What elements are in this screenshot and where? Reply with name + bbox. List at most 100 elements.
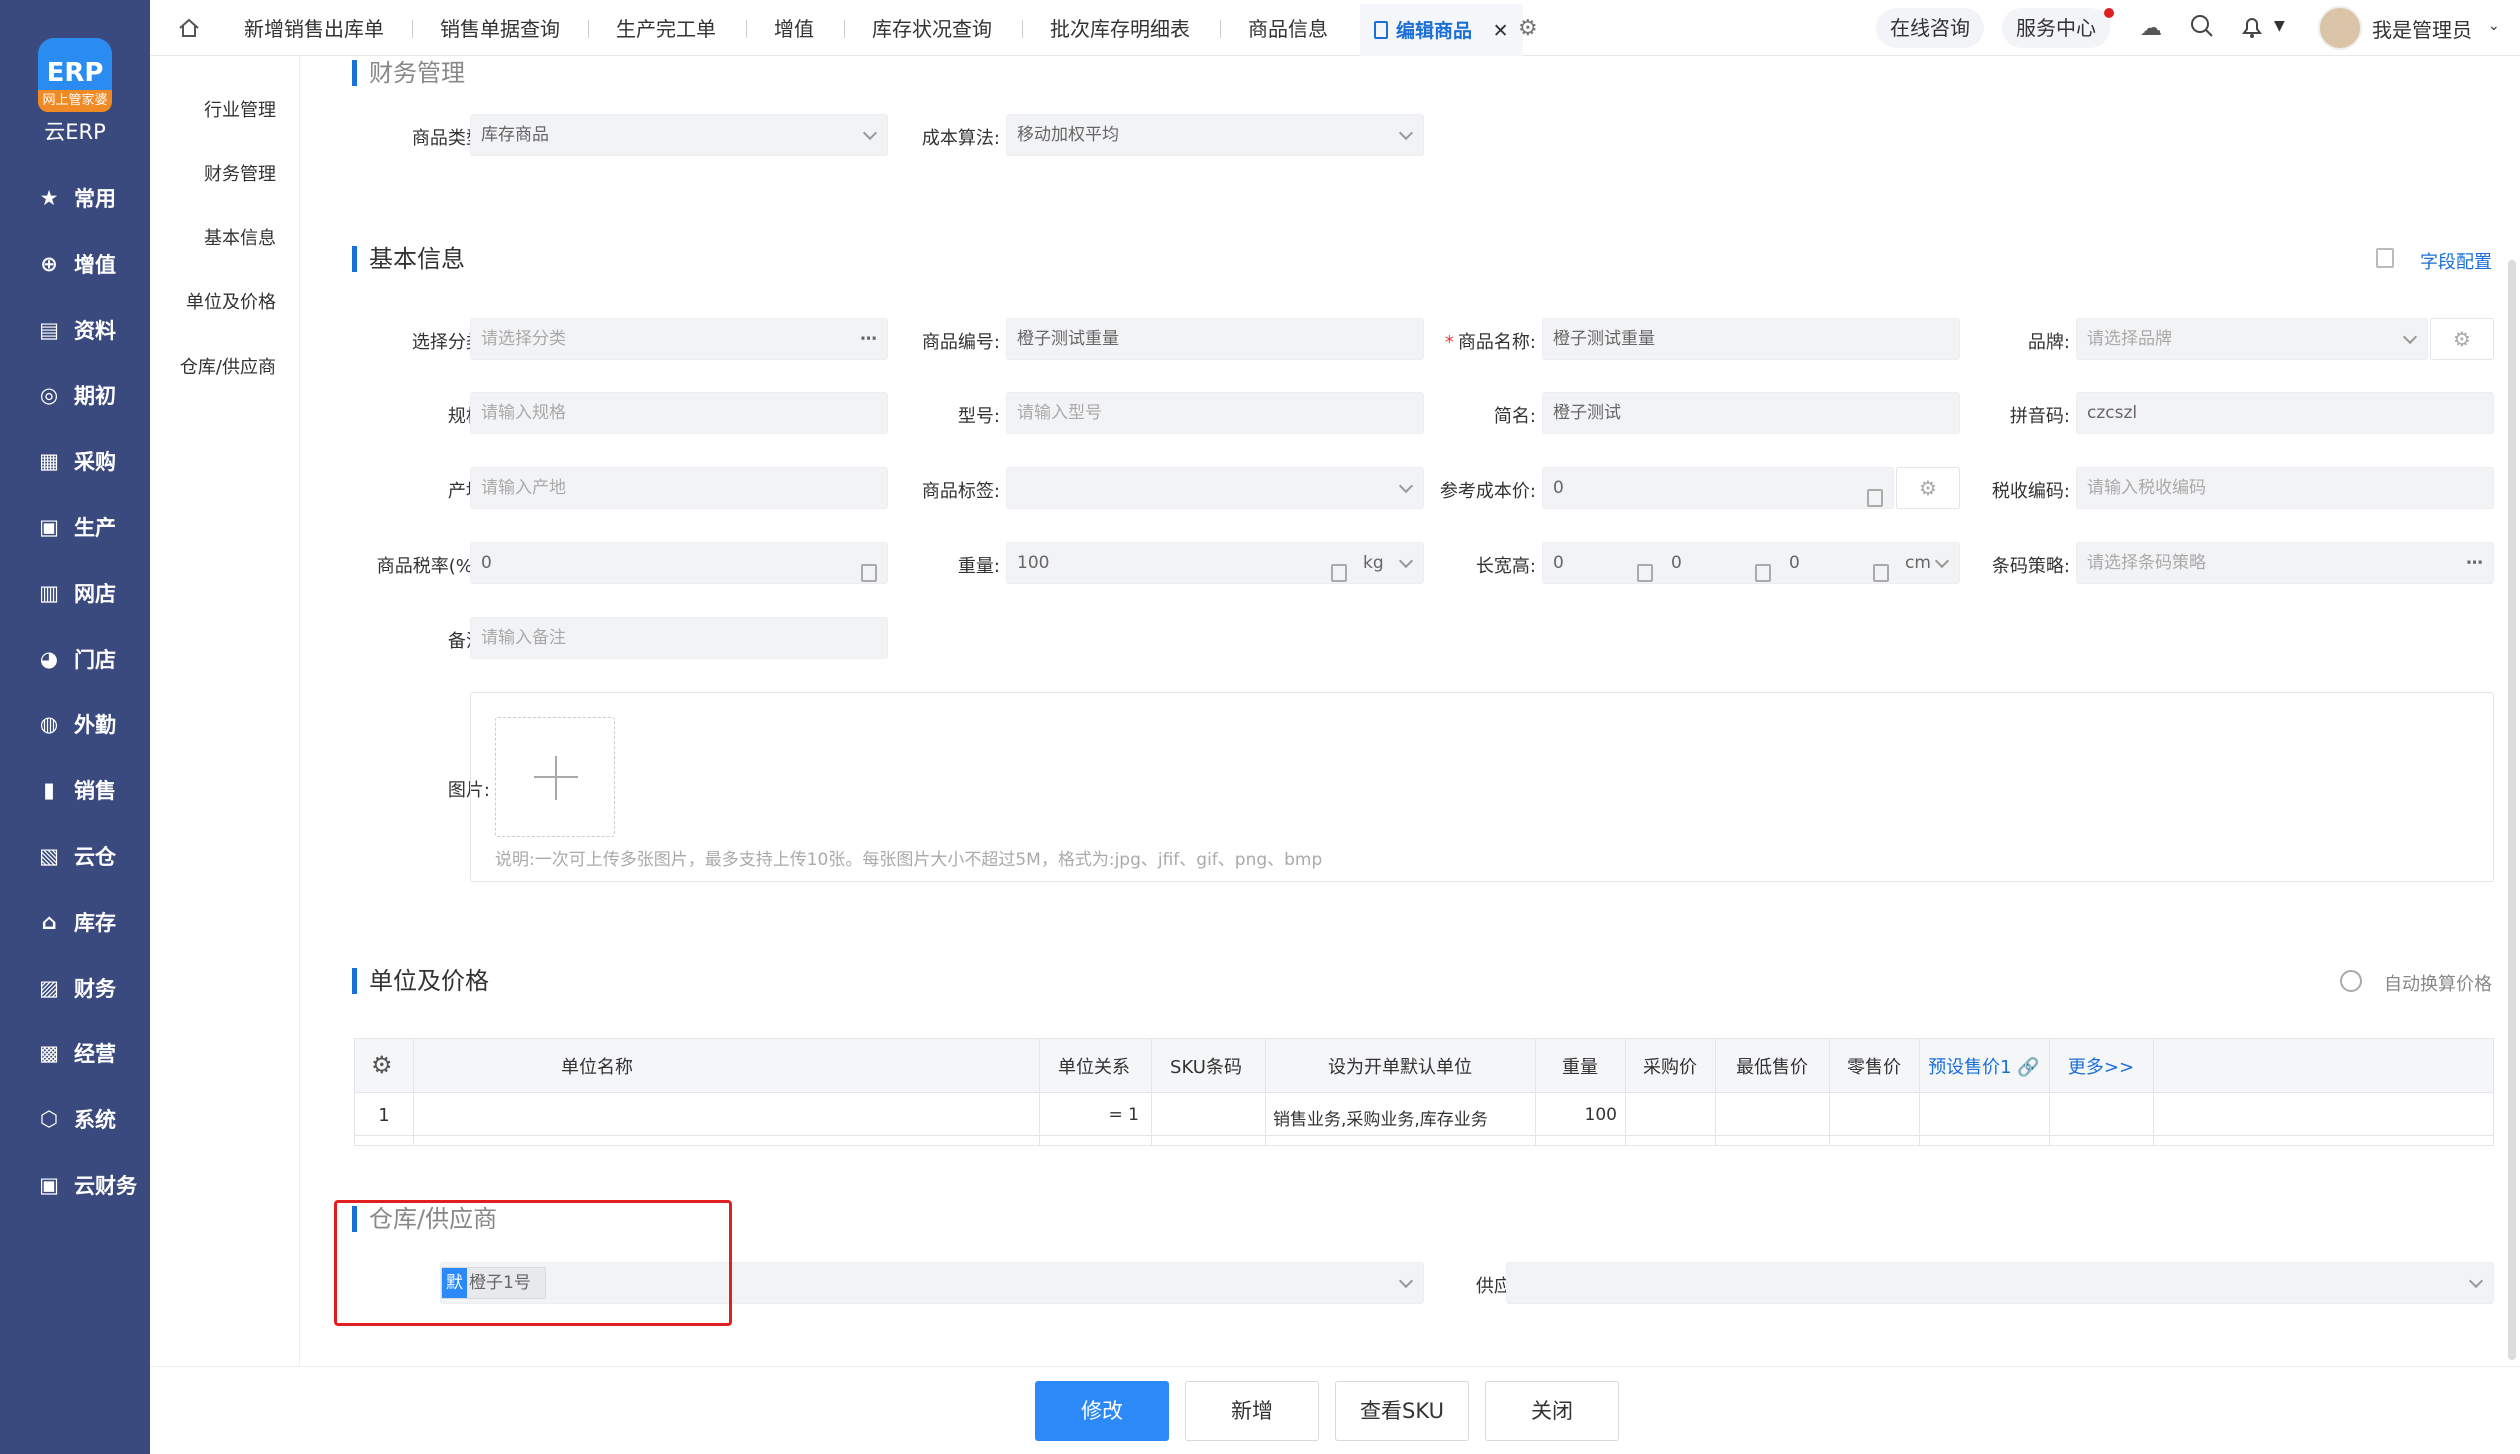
image-upload-button[interactable] — [495, 717, 615, 837]
product-name-input[interactable]: 橙子测试重量 — [1542, 318, 1960, 360]
view-sku-button[interactable]: 查看SKU — [1335, 1381, 1469, 1441]
model-input[interactable]: 请输入型号 — [1006, 392, 1424, 434]
add-button[interactable]: 新增 — [1185, 1381, 1319, 1441]
supplier-select[interactable] — [1506, 1262, 2494, 1304]
barcode-strategy-input[interactable]: 请选择条码策略 ⋯ — [2076, 542, 2494, 584]
close-button[interactable]: 关闭 — [1485, 1381, 1619, 1441]
gear-icon[interactable]: ⚙ — [371, 1051, 393, 1079]
product-code-input[interactable]: 橙子测试重量 — [1006, 318, 1424, 360]
caret-down-icon[interactable]: ▼ — [2274, 18, 2285, 34]
auto-calc-price-toggle[interactable]: 自动换算价格 — [2384, 970, 2492, 996]
tab-6[interactable]: 商品信息 — [1248, 0, 1328, 56]
brand-settings-button[interactable]: ⚙ — [2430, 318, 2494, 360]
calculator-icon[interactable] — [1755, 553, 1771, 593]
field-config-link[interactable]: 字段配置 — [2420, 248, 2492, 274]
nav-item-9[interactable]: ▮ 销售 — [0, 766, 150, 814]
anchor-warehouse[interactable]: 仓库/供应商 — [150, 353, 300, 379]
close-icon[interactable]: ✕ — [1493, 20, 1509, 42]
tab-0[interactable]: 新增销售出库单 — [244, 0, 384, 56]
row-unit-relation[interactable]: = 1 — [1039, 1105, 1139, 1125]
tax-rate-input[interactable]: 0 — [470, 542, 888, 584]
dimensions-input[interactable]: 0 0 0 cm — [1542, 542, 1960, 584]
tab-1[interactable]: 销售单据查询 — [440, 0, 560, 56]
modify-button[interactable]: 修改 — [1035, 1381, 1169, 1441]
service-center-button[interactable]: 服务中心 — [2002, 8, 2110, 48]
product-type-select[interactable]: 库存商品 — [470, 114, 888, 156]
nav-item-0[interactable]: ★ 常用 — [0, 174, 150, 222]
more-icon[interactable]: ⋯ — [860, 319, 877, 359]
anchor-industry[interactable]: 行业管理 — [150, 96, 300, 122]
ref-cost-settings-button[interactable]: ⚙ — [1896, 467, 1960, 509]
brand-select[interactable]: 请选择品牌 — [2076, 318, 2428, 360]
nav-item-5[interactable]: ▣ 生产 — [0, 503, 150, 551]
calculator-icon[interactable] — [861, 553, 877, 593]
dimension-unit[interactable]: cm — [1905, 543, 1931, 583]
calculator-icon[interactable] — [1873, 553, 1889, 593]
pinyin-label: 拼音码: — [2009, 406, 2070, 427]
tax-code-input[interactable]: 请输入税收编码 — [2076, 467, 2494, 509]
nav-item-7[interactable]: ◕ 门店 — [0, 635, 150, 683]
nav-item-1[interactable]: ⊕ 增值 — [0, 240, 150, 288]
fieldwork-icon: ◍ — [39, 712, 59, 737]
row-weight[interactable]: 100 — [1535, 1105, 1617, 1125]
nav-item-15[interactable]: ▣ 云财务 — [0, 1161, 150, 1209]
more-icon[interactable]: ⋯ — [2466, 543, 2483, 583]
gear-icon[interactable]: ⚙ — [1518, 16, 1538, 41]
tab-4[interactable]: 库存状况查询 — [872, 0, 992, 56]
cost-method-select[interactable]: 移动加权平均 — [1006, 114, 1424, 156]
logo-text: 云ERP — [44, 120, 106, 144]
more-columns-link[interactable]: 更多>> — [2049, 1053, 2153, 1079]
link-icon: 🔗 — [2017, 1057, 2040, 1078]
tab-edit-product[interactable]: 编辑商品 ✕ — [1360, 4, 1523, 56]
category-input[interactable]: 请选择分类 ⋯ — [470, 318, 888, 360]
nav-item-3[interactable]: ◎ 期初 — [0, 371, 150, 419]
chevron-down-icon[interactable]: ⌄ — [2488, 18, 2500, 34]
spec-input[interactable]: 请输入规格 — [470, 392, 888, 434]
nav-item-10[interactable]: ▧ 云仓 — [0, 832, 150, 880]
anchor-basic[interactable]: 基本信息 — [150, 224, 300, 250]
nav-item-13[interactable]: ▩ 经营 — [0, 1029, 150, 1077]
cloud-download-icon[interactable]: ☁ — [2140, 16, 2162, 41]
anchor-unit-price[interactable]: 单位及价格 — [150, 288, 300, 314]
ref-cost-input[interactable]: 0 — [1542, 467, 1894, 509]
tab-5[interactable]: 批次库存明细表 — [1050, 0, 1190, 56]
nav-item-11[interactable]: ⌂ 库存 — [0, 898, 150, 946]
user-name[interactable]: 我是管理员 — [2372, 14, 2472, 43]
avatar[interactable] — [2318, 6, 2362, 50]
bell-icon[interactable] — [2240, 14, 2264, 45]
field-config-icon[interactable] — [2376, 248, 2394, 268]
nav-item-12[interactable]: ▨ 财务 — [0, 964, 150, 1012]
scrollbar[interactable] — [2508, 260, 2516, 1360]
chevron-down-icon — [1398, 1273, 1414, 1289]
search-icon[interactable] — [2190, 14, 2214, 43]
remark-input[interactable]: 请输入备注 — [470, 617, 888, 659]
nav-item-8[interactable]: ◍ 外勤 — [0, 700, 150, 748]
short-name-input[interactable]: 橙子测试 — [1542, 392, 1960, 434]
length-value[interactable]: 0 — [1553, 553, 1564, 573]
width-value[interactable]: 0 — [1671, 543, 1682, 583]
nav-item-6[interactable]: ▥ 网店 — [0, 569, 150, 617]
finance-icon: ▨ — [39, 975, 59, 1000]
nav-item-4[interactable]: ▦ 采购 — [0, 437, 150, 485]
calculator-icon[interactable] — [1331, 553, 1347, 593]
weight-unit[interactable]: kg — [1363, 543, 1384, 583]
row-default-unit[interactable]: 销售业务,采购业务,库存业务 — [1273, 1105, 1533, 1130]
height-value[interactable]: 0 — [1789, 543, 1800, 583]
origin-input[interactable]: 请输入产地 — [470, 467, 888, 509]
pinyin-input[interactable]: czcszl — [2076, 392, 2494, 434]
calculator-icon[interactable] — [1867, 478, 1883, 518]
col-preset-price-1[interactable]: 预设售价1 🔗 — [1919, 1053, 2049, 1079]
nav-item-14[interactable]: ⬡ 系统 — [0, 1095, 150, 1143]
online-consult-button[interactable]: 在线咨询 — [1876, 8, 1984, 48]
weight-input[interactable]: 100 kg — [1006, 542, 1424, 584]
tab-2[interactable]: 生产完工单 — [616, 0, 716, 56]
calculator-icon[interactable] — [1637, 553, 1653, 593]
document-icon: ▤ — [39, 317, 59, 342]
home-icon[interactable] — [178, 18, 200, 38]
product-tag-select[interactable] — [1006, 467, 1424, 509]
tab-3[interactable]: 增值 — [774, 0, 814, 56]
anchor-finance[interactable]: 财务管理 — [150, 160, 300, 186]
smile-icon[interactable] — [2340, 970, 2362, 992]
row-index: 1 — [378, 1105, 390, 1126]
nav-item-2[interactable]: ▤ 资料 — [0, 306, 150, 354]
